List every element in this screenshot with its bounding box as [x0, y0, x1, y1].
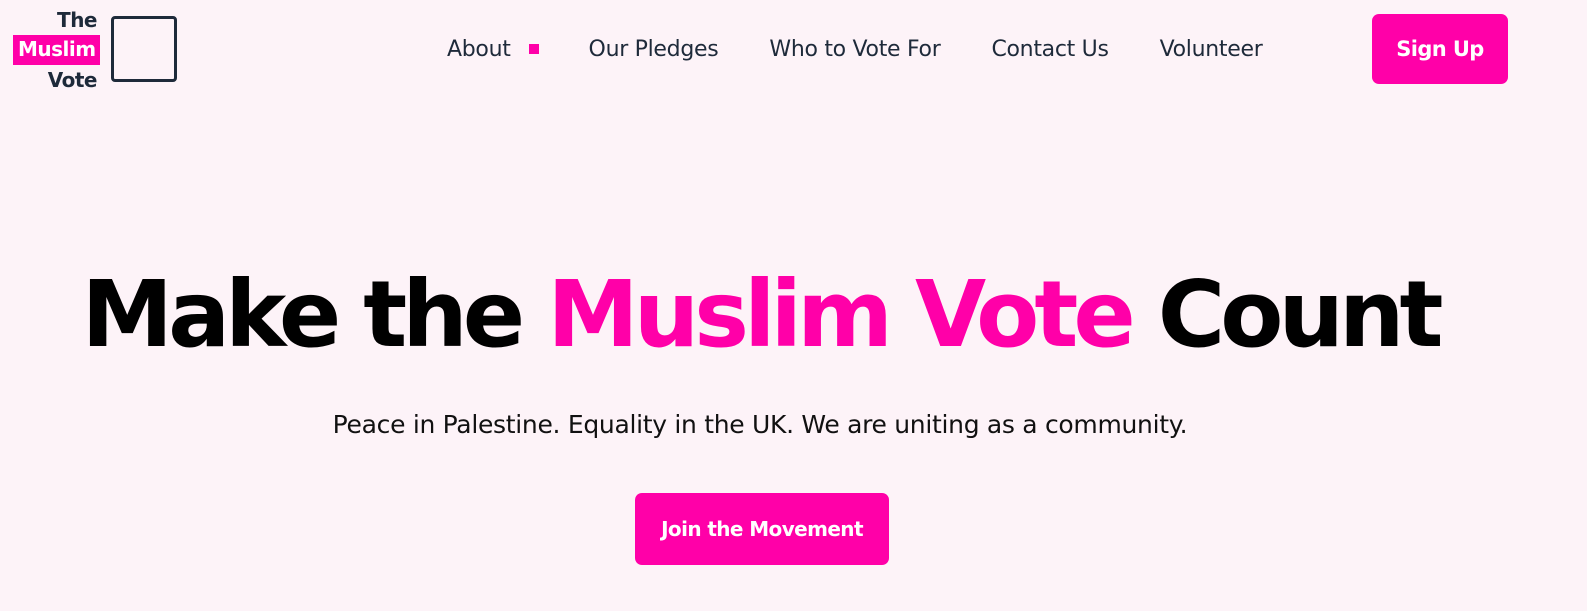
nav-item-volunteer[interactable]: Volunteer [1160, 37, 1263, 62]
nav-item-about[interactable]: About [447, 37, 539, 62]
hero-title-part1: Make the [81, 261, 548, 368]
page: The Muslim Vote About Our Pledges Who to… [0, 0, 1587, 611]
nav-item-contact-us[interactable]: Contact Us [991, 37, 1108, 62]
hero-subtitle: Peace in Palestine. Equality in the UK. … [332, 410, 1188, 439]
nav-item-about-label: About [447, 36, 511, 62]
dropdown-indicator-icon [528, 44, 539, 54]
sign-up-button[interactable]: Sign Up [1372, 14, 1508, 84]
join-the-movement-button[interactable]: Join the Movement [635, 493, 889, 565]
logo-text-muslim: Muslim [13, 35, 100, 65]
nav-item-who-to-vote-for[interactable]: Who to Vote For [769, 37, 940, 62]
nav-item-our-pledges[interactable]: Our Pledges [589, 37, 719, 62]
logo-text-the: The [57, 8, 97, 32]
logo-text-vote: Vote [47, 68, 98, 92]
main-nav: About Our Pledges Who to Vote For Contac… [440, 29, 1263, 69]
site-logo[interactable]: The Muslim Vote [13, 8, 183, 92]
hero-title-accent: Muslim Vote [547, 261, 1136, 368]
hero-title: Make the Muslim Vote Count [0, 260, 1520, 370]
hero-title-part2: Count [1130, 261, 1444, 368]
logo-ballot-box-icon [111, 16, 177, 82]
